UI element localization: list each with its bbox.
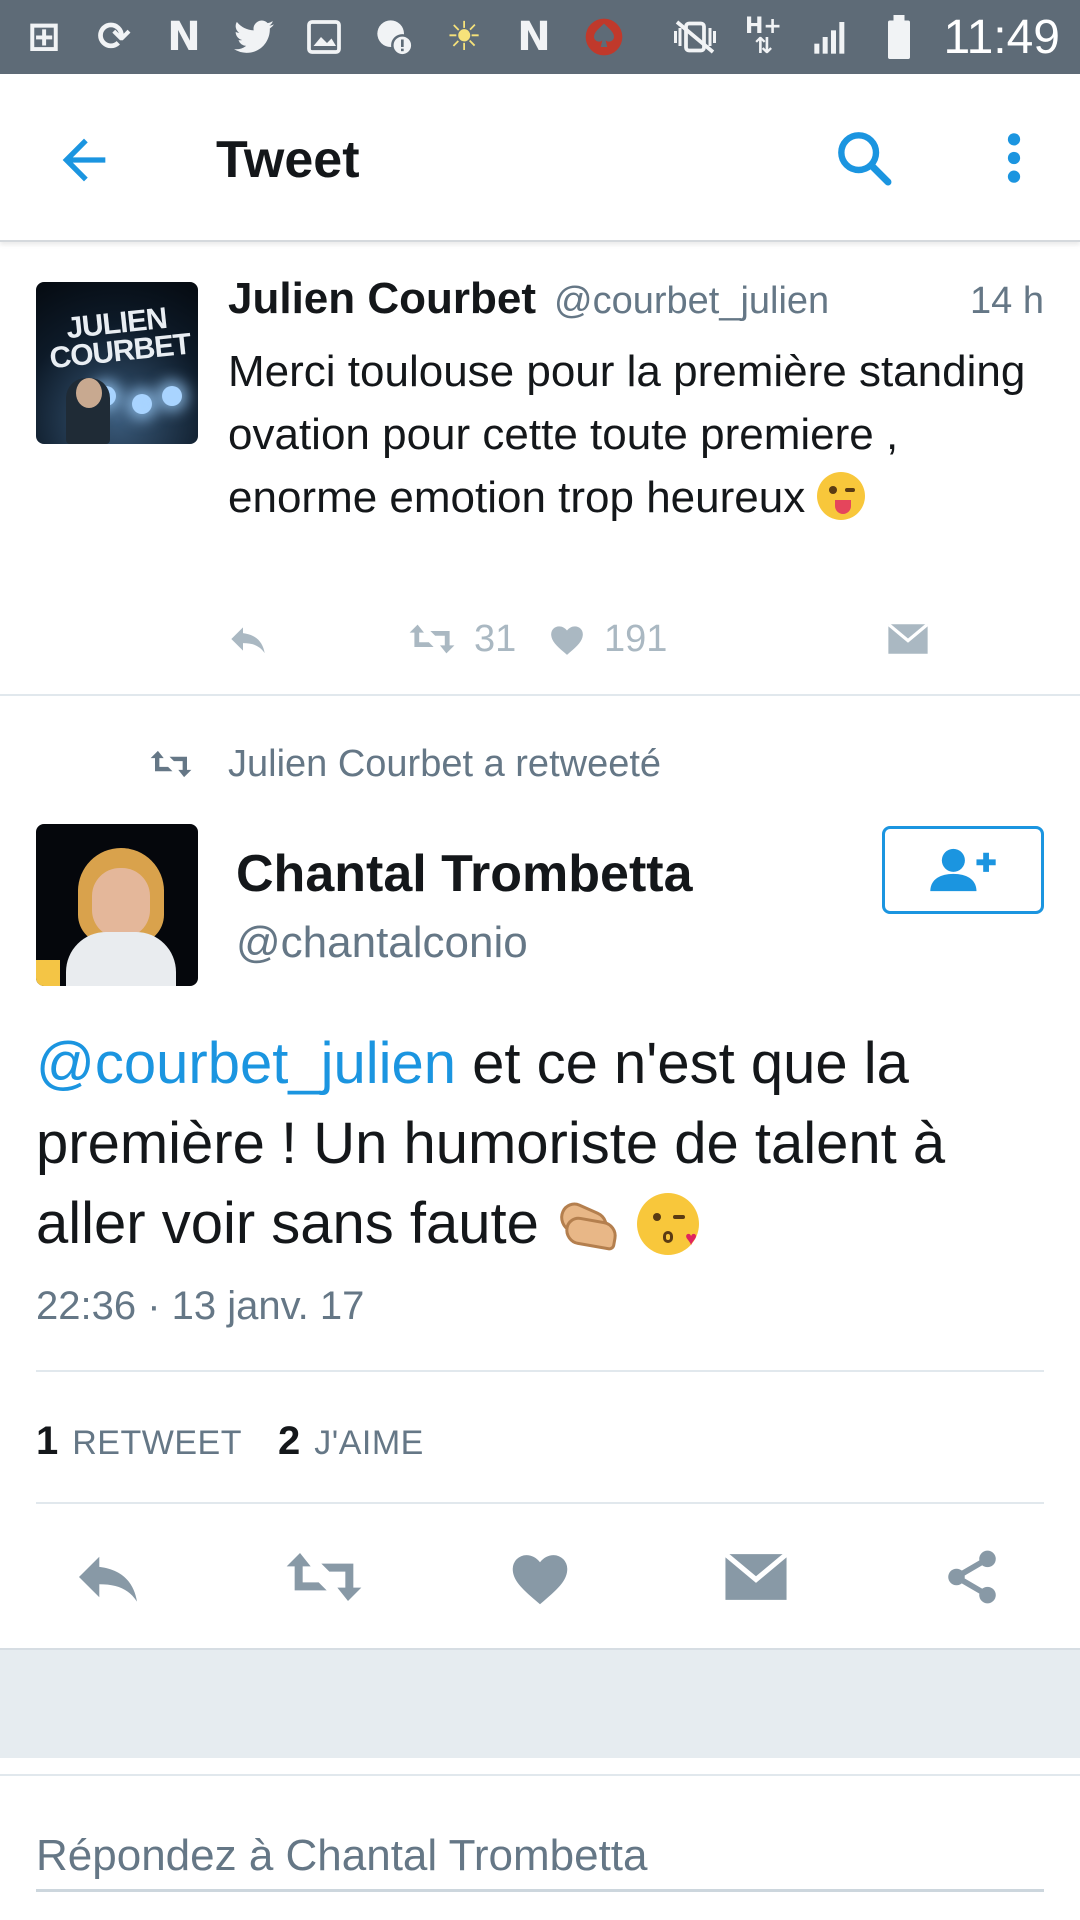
more-vertical-icon [1007, 133, 1021, 183]
reply-icon [231, 627, 265, 654]
app-bar: Tweet [0, 74, 1080, 242]
avatar[interactable] [36, 824, 198, 986]
section-separator [0, 1648, 1080, 1758]
tweet-timestamp: 22:36 · 13 janv. 17 [36, 1284, 365, 1328]
retweet-icon [150, 750, 192, 778]
page-title: Tweet [216, 131, 360, 189]
retweet-count: 31 [474, 617, 517, 660]
status-bar-notifications: ⊞ ⟳ N ☀ N [20, 10, 628, 64]
retweeted-by-label[interactable]: Julien Courbet a retweeté [148, 740, 661, 788]
reply-button[interactable] [68, 1544, 148, 1610]
poker-spade-icon [580, 13, 628, 61]
tweet-stats: 1 RETWEET 2 J'AIME [36, 1416, 424, 1466]
search-icon [838, 132, 892, 186]
tweet-text: @courbet_julien et ce n'est que la premi… [36, 1031, 946, 1256]
brightness-icon: ☀ [446, 14, 482, 60]
vibrate-mute-icon [671, 13, 719, 61]
tweet-text: Merci toulouse pour la première standing… [228, 347, 1026, 522]
status-time: 11:49 [943, 10, 1060, 64]
heart-icon [512, 1555, 568, 1605]
avatar[interactable]: JULIEN COURBET [36, 282, 198, 444]
netflix-n-icon: N [517, 14, 551, 60]
more-options-button[interactable] [988, 126, 1040, 190]
author-handle[interactable]: @chantalconio [236, 918, 528, 968]
tweet-time: 14 h [970, 280, 1044, 322]
like-button[interactable] [500, 1544, 580, 1610]
author-name[interactable]: Chantal Trombetta [236, 844, 693, 904]
reply-icon [79, 1556, 137, 1602]
mention-link[interactable]: @courbet_julien [36, 1031, 456, 1096]
direct-message-button[interactable] [716, 1544, 796, 1610]
retweet-button[interactable] [284, 1544, 364, 1610]
share-button[interactable] [932, 1544, 1012, 1610]
envelope-icon [723, 1552, 789, 1600]
signal-icon [807, 13, 855, 61]
status-bar: ⊞ ⟳ N ☀ N H+ ⇅ 11:49 [0, 0, 1080, 74]
parent-tweet[interactable]: JULIEN COURBET Julien Courbet @courbet_j… [0, 244, 1080, 696]
like-button[interactable]: 191 [548, 614, 667, 664]
image-icon [300, 13, 348, 61]
reply-input[interactable] [36, 1822, 1044, 1892]
reply-composer [0, 1774, 1080, 1920]
tweet-actions: 31 191 [228, 614, 1048, 664]
add-box-icon: ⊞ [27, 14, 61, 60]
back-button[interactable] [52, 128, 116, 192]
retweet-icon [286, 1553, 362, 1601]
heart-icon [551, 626, 583, 655]
search-button[interactable] [832, 126, 896, 190]
back-arrow-icon [62, 138, 106, 182]
sync-icon: ⟳ [97, 14, 131, 60]
winking-tongue-emoji-icon [817, 472, 866, 520]
retweet-icon [409, 624, 455, 654]
add-user-icon [930, 848, 996, 892]
reply-button[interactable] [228, 614, 268, 664]
alert-bubble-icon [370, 13, 418, 61]
avatar-logo-text: JULIEN COURBET [48, 301, 193, 376]
divider [36, 1370, 1044, 1372]
likes-stat[interactable]: 2 J'AIME [278, 1419, 424, 1464]
follow-button[interactable] [882, 826, 1044, 914]
netflix-n-icon: N [167, 14, 201, 60]
retweet-button[interactable]: 31 [408, 614, 516, 664]
direct-message-button[interactable] [886, 614, 930, 664]
envelope-icon [887, 623, 929, 654]
network-h-plus-icon: H+ ⇅ [745, 14, 782, 59]
main-tweet-actions [0, 1544, 1080, 1610]
status-bar-system: H+ ⇅ 11:49 [671, 10, 1060, 64]
clapping-hands-emoji-icon [555, 1198, 621, 1252]
twitter-bird-icon [230, 13, 278, 61]
kissing-heart-emoji-icon: ♥ [637, 1193, 700, 1255]
share-icon [948, 1550, 996, 1604]
divider [36, 1502, 1044, 1504]
author-handle[interactable]: @courbet_julien [554, 280, 829, 323]
like-count: 191 [604, 617, 668, 660]
author-name[interactable]: Julien Courbet [228, 274, 536, 324]
retweets-stat[interactable]: 1 RETWEET [36, 1419, 242, 1464]
battery-icon [875, 13, 923, 61]
